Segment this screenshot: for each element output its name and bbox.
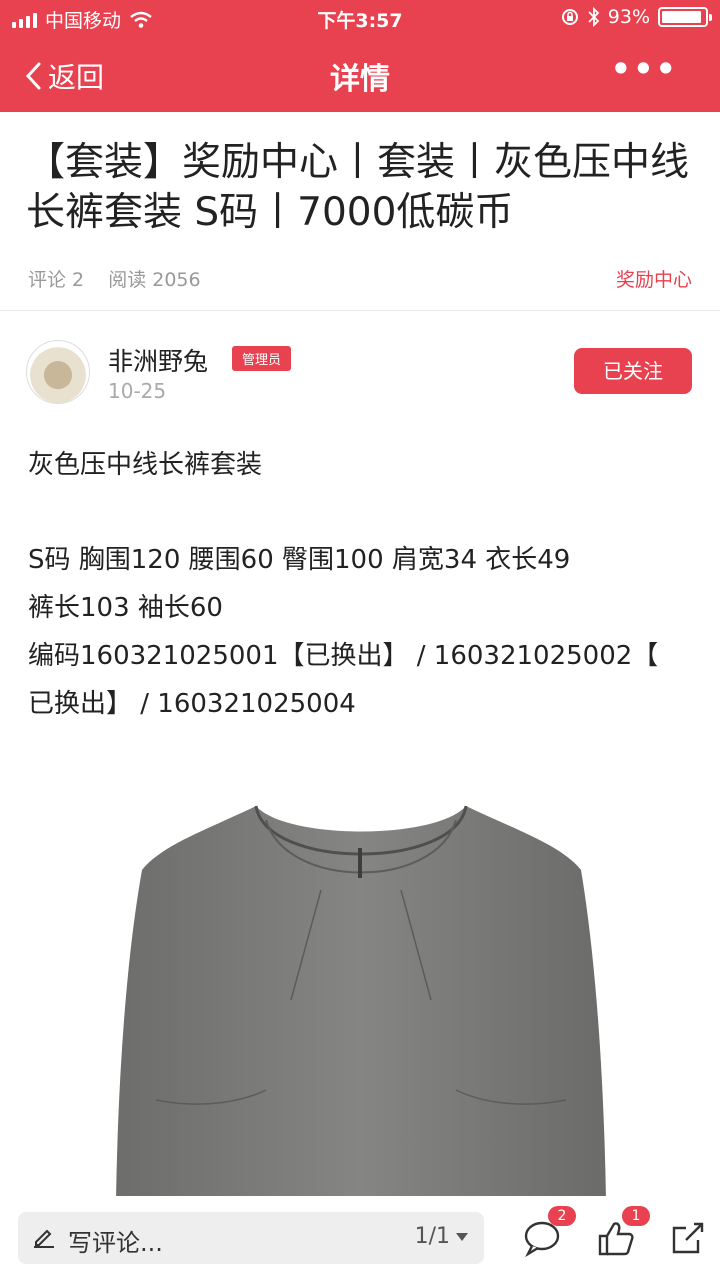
content-intro: 灰色压中线长裤套装 bbox=[28, 450, 263, 480]
category-link[interactable]: 奖励中心 bbox=[616, 265, 692, 292]
article-title: 【套装】奖励中心丨套装丨灰色压中线长裤套装 S码丨7000低碳币 bbox=[26, 140, 690, 235]
caret-down-icon bbox=[456, 1232, 468, 1241]
divider bbox=[0, 310, 720, 311]
content-line: 裤长103 袖长60 bbox=[28, 593, 223, 623]
page-indicator[interactable]: 1/1 bbox=[415, 1224, 468, 1249]
status-right: 93% bbox=[560, 6, 712, 28]
battery-icon bbox=[658, 7, 712, 27]
read-count-label: 阅读 2056 bbox=[108, 269, 201, 291]
more-options-button[interactable]: ••• bbox=[611, 50, 678, 88]
share-icon bbox=[672, 1222, 704, 1254]
comments-button[interactable]: 2 bbox=[522, 1206, 576, 1258]
like-button[interactable]: 1 bbox=[596, 1206, 650, 1258]
nav-bar: 返回 详情 ••• bbox=[0, 36, 720, 112]
bottom-bar: 写评论... 1/1 2 1 bbox=[0, 1196, 720, 1280]
comment-count-label: 评论 2 bbox=[28, 269, 85, 291]
comment-badge: 2 bbox=[548, 1206, 576, 1226]
admin-badge: 管理员 bbox=[232, 346, 292, 371]
bluetooth-icon bbox=[588, 7, 600, 27]
content-details: S码 胸围120 腰围60 臀围100 肩宽34 衣长49 裤长103 袖长60… bbox=[28, 536, 698, 728]
orientation-lock-icon bbox=[561, 9, 578, 25]
content-line: 编码160321025001【已换出】 / 160321025002【 bbox=[28, 641, 659, 671]
author-name[interactable]: 非洲野兔 bbox=[108, 342, 208, 378]
pen-icon bbox=[34, 1229, 54, 1248]
app-header: 中国移动 下午3:57 93% 返回 详情 ••• bbox=[0, 0, 720, 112]
content-line: 已换出】 / 160321025004 bbox=[28, 689, 356, 719]
post-date: 10-25 bbox=[108, 379, 167, 403]
follow-button[interactable]: 已关注 bbox=[574, 348, 692, 394]
battery-percent: 93% bbox=[607, 6, 650, 28]
share-button[interactable] bbox=[668, 1218, 708, 1258]
article-meta: 评论 2 阅读 2056 bbox=[28, 265, 219, 292]
comment-placeholder: 写评论... bbox=[68, 1229, 163, 1257]
comment-input[interactable]: 写评论... 1/1 bbox=[18, 1212, 484, 1264]
content-line: S码 胸围120 腰围60 臀围100 肩宽34 衣长49 bbox=[28, 545, 571, 575]
like-badge: 1 bbox=[622, 1206, 650, 1226]
avatar[interactable] bbox=[26, 340, 90, 404]
status-bar: 中国移动 下午3:57 93% bbox=[0, 0, 720, 36]
product-image[interactable] bbox=[116, 800, 606, 1200]
battery-fill bbox=[662, 11, 701, 23]
page-indicator-label: 1/1 bbox=[414, 1224, 450, 1249]
